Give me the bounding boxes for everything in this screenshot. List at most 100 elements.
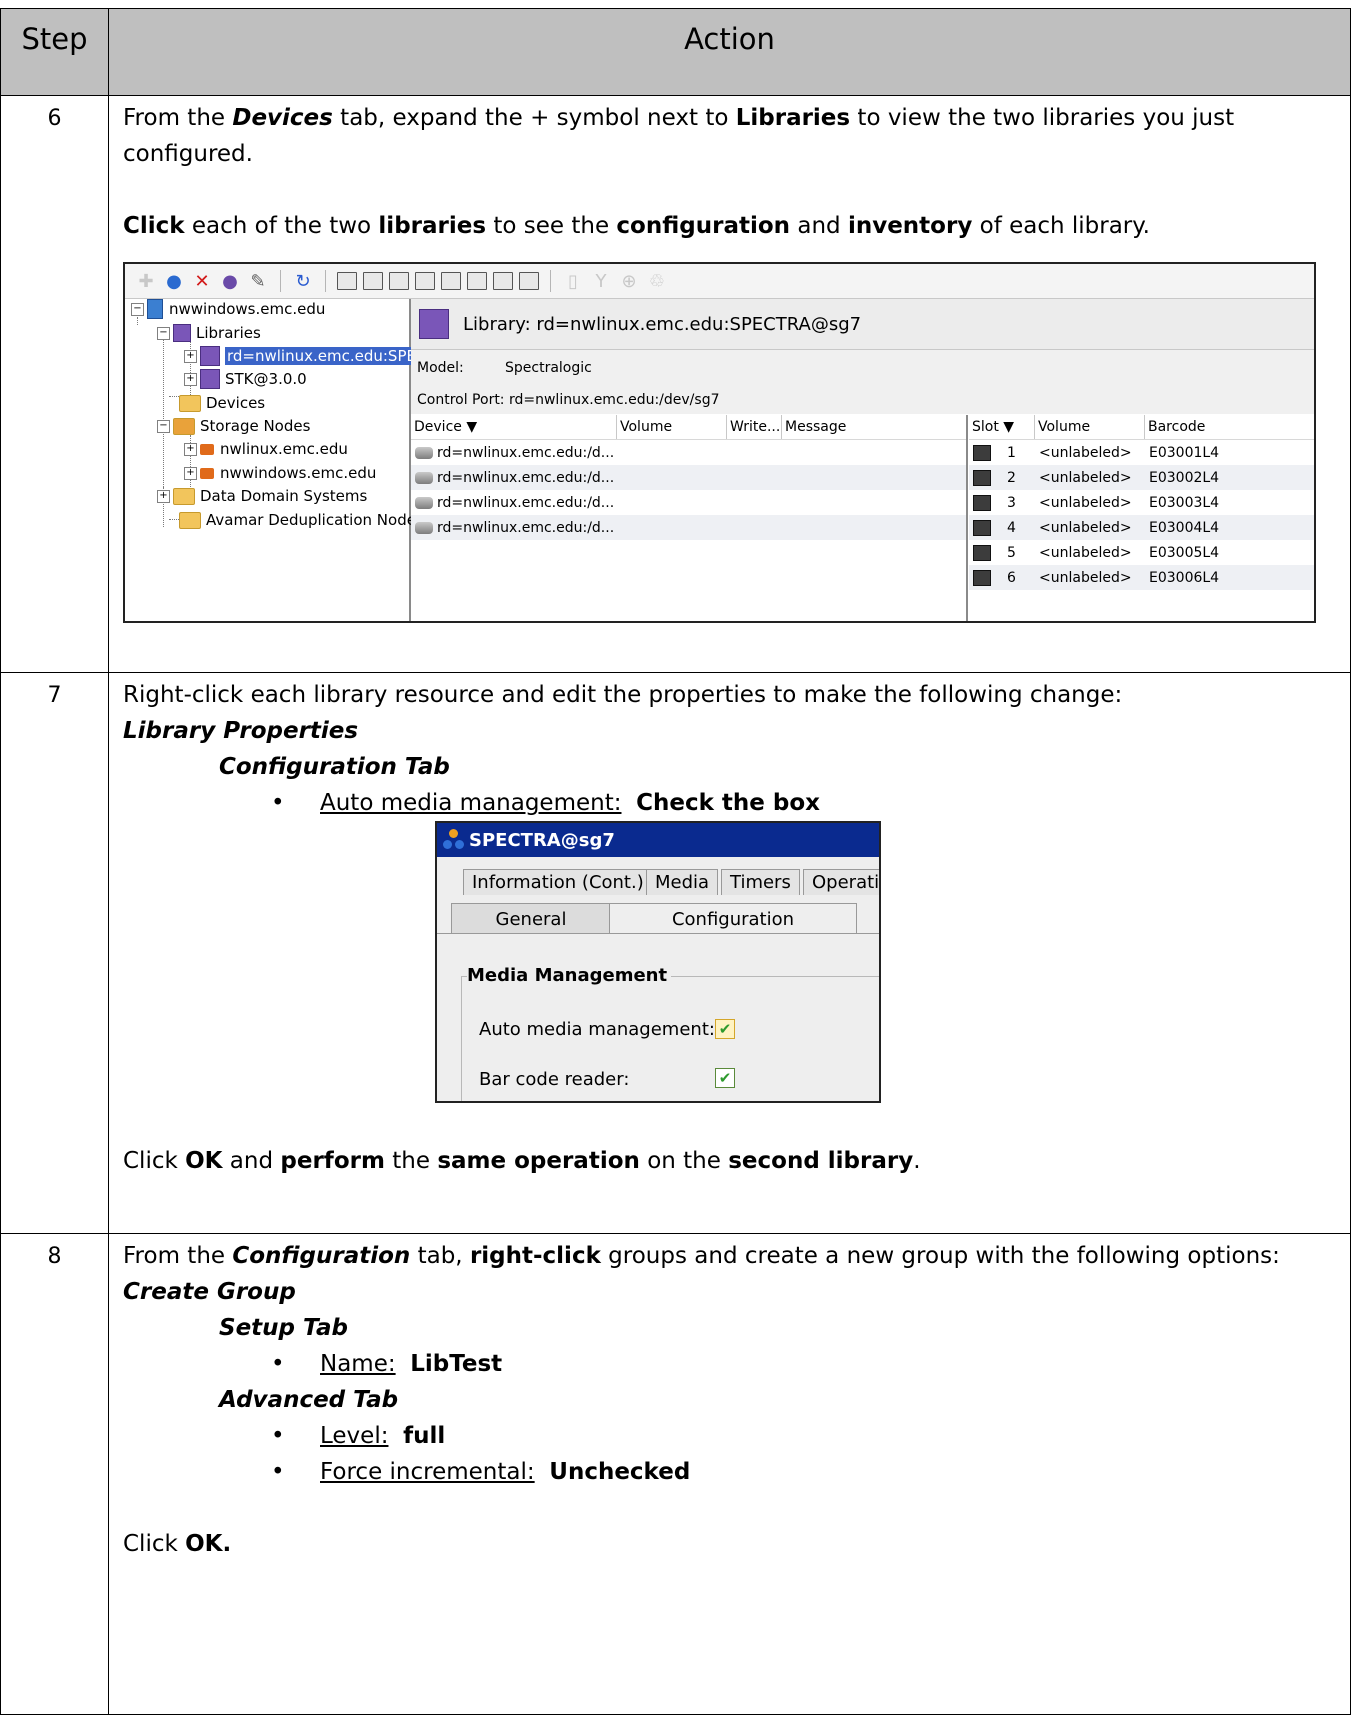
device-row[interactable]: rd=nwlinux.emc.edu:/d... xyxy=(411,440,966,465)
step-8-ok-line: Click OK. xyxy=(123,1531,232,1557)
library-icon xyxy=(419,309,449,339)
procedure-table: Step Action 6 From the Devices tab, expa… xyxy=(0,8,1351,1715)
slot-volume: <unlabeled> xyxy=(1039,494,1132,511)
find-icon[interactable]: ⊕ xyxy=(618,270,640,292)
delete-icon[interactable]: ✕ xyxy=(191,270,213,292)
copy-icon[interactable]: ▯ xyxy=(562,270,584,292)
slot-row[interactable]: 2 <unlabeled> E03002L4 xyxy=(969,465,1314,490)
recycle-icon[interactable]: ♲ xyxy=(646,270,668,292)
unmount-icon[interactable] xyxy=(389,272,409,290)
col-device[interactable]: Device ▼ xyxy=(411,415,617,439)
withdraw-icon[interactable] xyxy=(493,272,513,290)
verify-icon[interactable] xyxy=(415,272,435,290)
device-row[interactable]: rd=nwlinux.emc.edu:/d... xyxy=(411,465,966,490)
toolbar: ✚ ● ✕ ● ✎ ↻ ▯ Y ⊕ ♲ xyxy=(125,264,1314,299)
add-icon[interactable]: ✚ xyxy=(135,270,157,292)
step-8-heading: Create Group xyxy=(123,1279,296,1305)
slot-number: 3 xyxy=(1007,494,1016,511)
mount-icon[interactable] xyxy=(363,272,383,290)
properties-dialog-screenshot: SPECTRA@sg7 Information (Cont.) Media Ti… xyxy=(435,821,881,1103)
device-row[interactable]: rd=nwlinux.emc.edu:/d... xyxy=(411,515,966,540)
tree-library-2[interactable]: + STK@3.0.0 xyxy=(184,369,307,389)
slot-table: Slot ▼ Volume Barcode 1 <unlabeled> E03001… xyxy=(969,415,1314,621)
bar-code-label: Bar code reader: xyxy=(479,1069,630,1090)
step-8-bullet-level: Level: full xyxy=(123,1418,1350,1454)
auto-media-checkbox[interactable]: ✔ xyxy=(715,1019,735,1039)
model-value: Spectralogic xyxy=(505,360,592,376)
step-7-heading: Library Properties xyxy=(123,718,359,744)
col-slot[interactable]: Slot ▼ xyxy=(969,415,1035,439)
tree-devices[interactable]: Devices xyxy=(179,393,265,413)
slot-row[interactable]: 3 <unlabeled> E03003L4 xyxy=(969,490,1314,515)
device-table: Device ▼ Volume Write... Message rd=nwli… xyxy=(411,415,968,621)
filter-icon[interactable]: Y xyxy=(590,270,612,292)
col-volume[interactable]: Volume xyxy=(617,415,727,439)
step-number: 6 xyxy=(0,95,109,673)
info-icon[interactable]: ● xyxy=(163,270,185,292)
drive-icon xyxy=(415,521,433,534)
col-slot-volume[interactable]: Volume xyxy=(1035,415,1145,439)
slot-volume: <unlabeled> xyxy=(1039,519,1132,536)
step-7-action: Right-click each library resource and ed… xyxy=(108,672,1351,1234)
tree-avamar[interactable]: Avamar Deduplication Nodes xyxy=(179,510,424,530)
col-barcode[interactable]: Barcode xyxy=(1145,415,1235,439)
step-7-ok-line: Click OK and perform the same operation … xyxy=(123,1148,921,1174)
col-message[interactable]: Message xyxy=(782,415,966,439)
slot-barcode: E03003L4 xyxy=(1149,494,1220,511)
step-6-line-2: configured. xyxy=(123,141,253,167)
tab-configuration[interactable]: Configuration xyxy=(609,903,857,934)
help-icon[interactable]: ● xyxy=(219,270,241,292)
header-action: Action xyxy=(108,8,1351,96)
step-8-row: 8 From the Configuration tab, right-clic… xyxy=(0,1233,1351,1715)
library-icon xyxy=(173,324,191,342)
wrench-icon[interactable]: ✎ xyxy=(247,270,269,292)
cartridge-icon xyxy=(973,444,991,461)
slot-row[interactable]: 4 <unlabeled> E03004L4 xyxy=(969,515,1314,540)
slot-barcode: E03005L4 xyxy=(1149,544,1220,561)
step-6-line-1: From the Devices tab, expand the + symbo… xyxy=(123,105,1235,131)
slot-row[interactable]: 6 <unlabeled> E03006L4 xyxy=(969,565,1314,590)
slot-volume: <unlabeled> xyxy=(1039,544,1132,561)
slot-row[interactable]: 1 <unlabeled> E03001L4 xyxy=(969,440,1314,465)
slot-barcode: E03002L4 xyxy=(1149,469,1220,486)
tab-information-cont[interactable]: Information (Cont.) xyxy=(463,869,653,895)
tab-media[interactable]: Media xyxy=(646,869,719,895)
step-number: 8 xyxy=(0,1233,109,1715)
media-management-group: Media Management xyxy=(467,965,672,986)
slot-volume: <unlabeled> xyxy=(1039,444,1132,461)
tab-general[interactable]: General xyxy=(451,903,611,934)
slot-number: 2 xyxy=(1007,469,1016,486)
tree-libraries[interactable]: − Libraries xyxy=(157,323,261,343)
deposit-icon[interactable] xyxy=(467,272,487,290)
device-tree: − nwwindows.emc.edu − Libraries + rd=nwlinu… xyxy=(125,299,424,621)
step-6-line-3: Click each of the two libraries to see t… xyxy=(123,213,1150,239)
tree-library-1[interactable]: + rd=nwlinux.emc.edu:SPE( xyxy=(184,346,424,366)
device-row[interactable]: rd=nwlinux.emc.edu:/d... xyxy=(411,490,966,515)
inventory-icon[interactable] xyxy=(441,272,461,290)
step-8-line-1: From the Configuration tab, right-click … xyxy=(123,1243,1280,1269)
storage-node-icon xyxy=(200,467,214,479)
col-write[interactable]: Write... xyxy=(727,415,782,439)
step-7-row: 7 Right-click each library resource and … xyxy=(0,672,1351,1234)
library-icon xyxy=(200,346,220,366)
storage-node-icon xyxy=(200,443,214,455)
tab-timers[interactable]: Timers xyxy=(721,869,800,895)
step-8-action: From the Configuration tab, right-click … xyxy=(108,1233,1351,1715)
bar-code-checkbox[interactable]: ✔ xyxy=(715,1068,735,1088)
tree-storage-nodes[interactable]: − Storage Nodes xyxy=(157,416,310,436)
library-header: Library: rd=nwlinux.emc.edu:SPECTRA@sg7 xyxy=(411,299,1314,350)
label-icon[interactable] xyxy=(337,272,357,290)
tab-operations[interactable]: Operatio xyxy=(803,869,879,895)
tree-sn-2[interactable]: + nwwindows.emc.edu xyxy=(184,463,376,483)
tree-sn-1[interactable]: + nwlinux.emc.edu xyxy=(184,439,348,459)
slot-row[interactable]: 5 <unlabeled> E03005L4 xyxy=(969,540,1314,565)
model-label: Model: xyxy=(417,360,464,376)
library-info: Model: Spectralogic Control Port: rd=nwli… xyxy=(411,350,1314,414)
tree-data-domain[interactable]: + Data Domain Systems xyxy=(157,486,367,506)
resource-icon xyxy=(443,829,465,851)
drive-icon xyxy=(415,496,433,509)
tree-root[interactable]: − nwwindows.emc.edu xyxy=(131,299,325,319)
refresh-icon[interactable]: ↻ xyxy=(292,270,314,292)
reset-icon[interactable] xyxy=(519,272,539,290)
slot-number: 1 xyxy=(1007,444,1016,461)
